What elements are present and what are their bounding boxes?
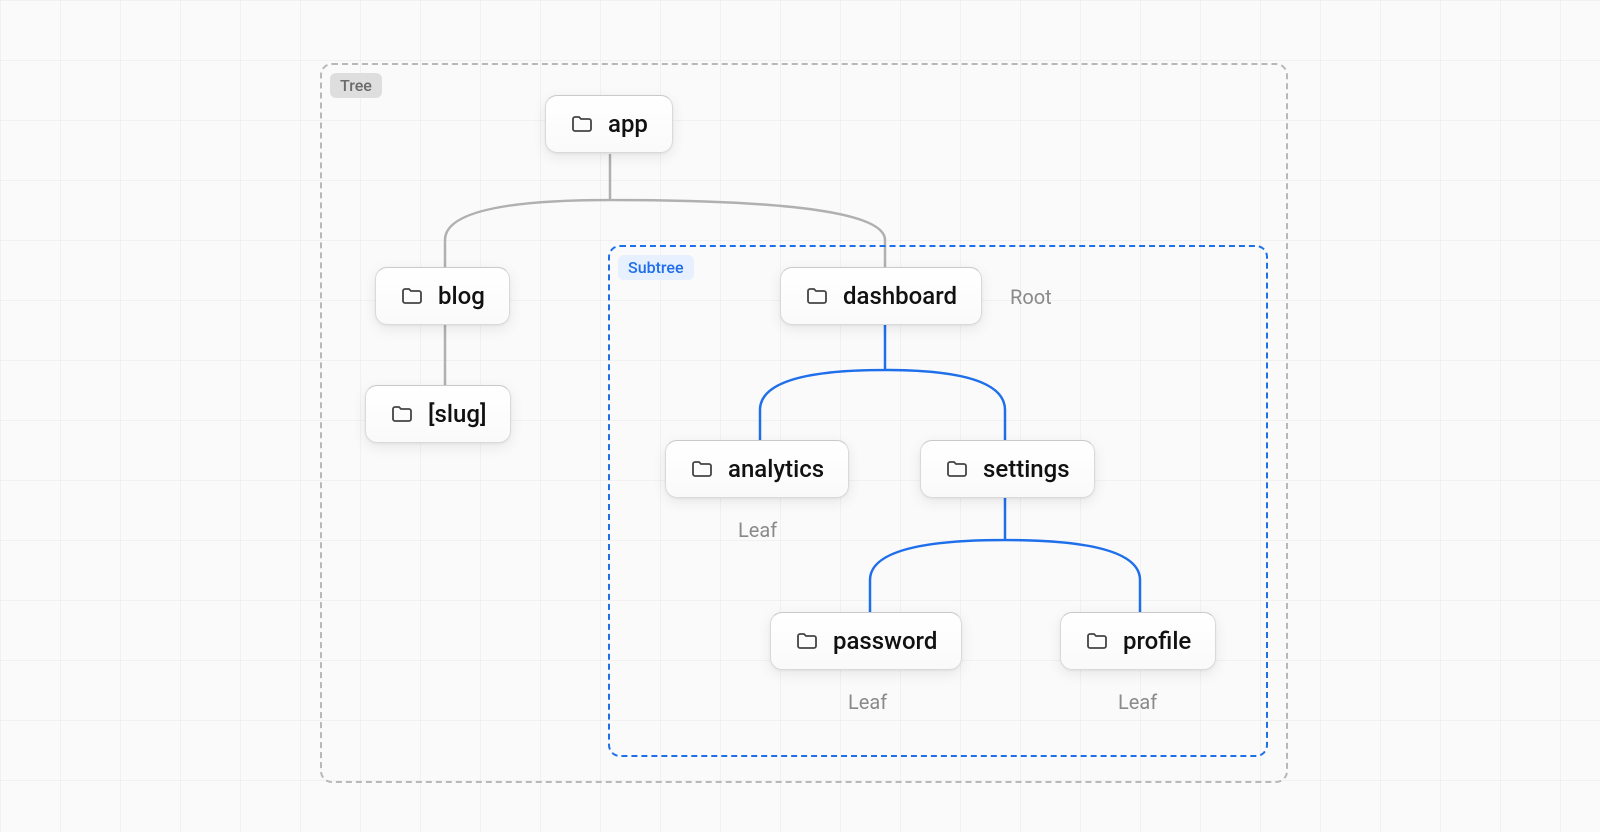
node-settings[interactable]: settings bbox=[920, 440, 1095, 498]
folder-icon bbox=[1085, 629, 1109, 653]
node-label: analytics bbox=[728, 455, 824, 483]
folder-icon bbox=[795, 629, 819, 653]
annotation-leaf-analytics: Leaf bbox=[738, 518, 777, 542]
node-blog[interactable]: blog bbox=[375, 267, 510, 325]
tree-region-label: Tree bbox=[330, 73, 382, 98]
folder-icon bbox=[690, 457, 714, 481]
node-password[interactable]: password bbox=[770, 612, 962, 670]
annotation-leaf-profile: Leaf bbox=[1118, 690, 1157, 714]
node-slug[interactable]: [slug] bbox=[365, 385, 511, 443]
node-label: profile bbox=[1123, 627, 1191, 655]
node-dashboard[interactable]: dashboard bbox=[780, 267, 982, 325]
folder-icon bbox=[570, 112, 594, 136]
node-analytics[interactable]: analytics bbox=[665, 440, 849, 498]
node-app[interactable]: app bbox=[545, 95, 673, 153]
folder-icon bbox=[805, 284, 829, 308]
diagram-stage: Tree Subtree app blog [slug] dashboard a… bbox=[0, 0, 1600, 832]
subtree-region-label: Subtree bbox=[618, 255, 694, 280]
folder-icon bbox=[400, 284, 424, 308]
node-profile[interactable]: profile bbox=[1060, 612, 1216, 670]
node-label: [slug] bbox=[428, 400, 486, 428]
node-label: password bbox=[833, 627, 937, 655]
folder-icon bbox=[390, 402, 414, 426]
annotation-leaf-password: Leaf bbox=[848, 690, 887, 714]
node-label: settings bbox=[983, 455, 1070, 483]
node-label: dashboard bbox=[843, 282, 957, 310]
folder-icon bbox=[945, 457, 969, 481]
node-label: blog bbox=[438, 282, 485, 310]
node-label: app bbox=[608, 110, 648, 138]
annotation-root: Root bbox=[1010, 285, 1052, 309]
